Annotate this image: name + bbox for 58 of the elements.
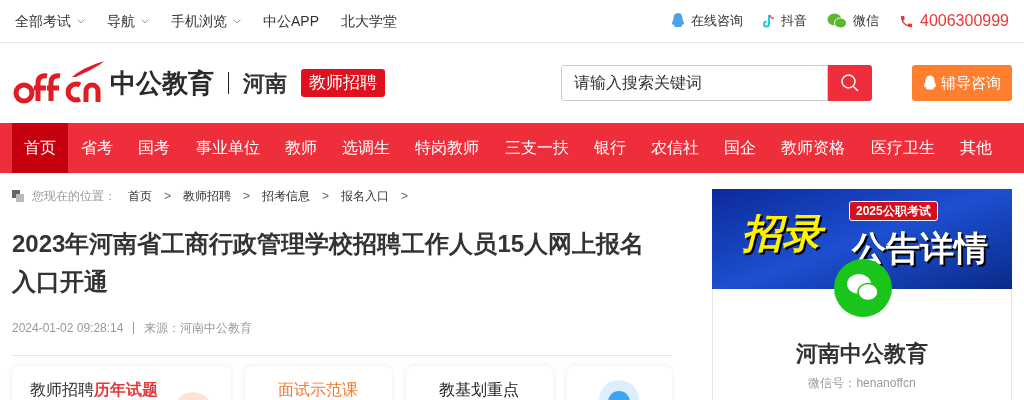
breadcrumb-separator: >	[322, 188, 330, 205]
penguin-icon	[671, 13, 685, 29]
music-note-icon	[763, 13, 775, 29]
nav-tab[interactable]: 选调生	[330, 123, 403, 173]
publish-date: 2024-01-02 09:28:14	[12, 320, 124, 337]
channel-tag: 教师招聘	[301, 69, 385, 97]
caret-icon	[77, 18, 85, 24]
account-id: 微信号：henanoffcn	[808, 375, 916, 392]
nav-tab[interactable]: 特岗教师	[403, 123, 492, 173]
nav-tab[interactable]: 教师	[272, 123, 329, 173]
top-menu-link[interactable]: 中公APP	[263, 10, 319, 32]
nav-tab[interactable]: 国企	[712, 123, 769, 173]
contact-link[interactable]: 微信	[827, 11, 879, 31]
nav-tab[interactable]: 省考	[69, 123, 126, 173]
nav-tab[interactable]: 国考	[126, 123, 183, 173]
penguin-icon	[923, 74, 937, 92]
article-title: 2023年河南省工商行政管理学校招聘工作人员15人网上报名入口开通	[12, 229, 646, 297]
chat-bubbles-icon	[827, 13, 847, 29]
search-icon	[840, 73, 860, 93]
nav-tab[interactable]: 医疗卫生	[858, 123, 947, 173]
banner-tag: 2025公职考试	[849, 201, 938, 221]
contact-link[interactable]: 抖音	[763, 11, 807, 31]
location-icon	[12, 190, 24, 202]
top-menu-link[interactable]: 北大学堂	[341, 10, 397, 32]
breadcrumb-separator: >	[243, 188, 251, 205]
top-menu-link[interactable]: 手机浏览	[171, 10, 241, 32]
breadcrumb-separator: >	[164, 188, 171, 205]
region-name: 河南	[243, 69, 287, 98]
nav-tab[interactable]: 银行	[581, 123, 638, 173]
search-button[interactable]	[828, 65, 872, 101]
contact-link[interactable]: 在线咨询	[671, 11, 743, 31]
top-menu-link[interactable]: 全部考试	[15, 10, 85, 32]
promo-card[interactable]: 教师招聘历年试题	[12, 366, 231, 400]
breadcrumb-link[interactable]: 招考信息	[262, 187, 311, 205]
nav-tab[interactable]: 三支一扶	[492, 123, 581, 173]
caret-icon	[141, 18, 149, 24]
nav-tab[interactable]: 事业单位	[183, 123, 272, 173]
search-field[interactable]: 请输入搜索关键词	[561, 65, 828, 101]
breadcrumb-link[interactable]: 首页	[128, 187, 152, 205]
nav-tab[interactable]: 首页	[12, 123, 68, 173]
article-source: 来源：河南中公教育	[144, 320, 253, 337]
phone-link[interactable]: 4006300999	[899, 9, 1009, 33]
promo-card[interactable]: 教基划重点	[405, 366, 553, 400]
breadcrumb-link[interactable]: 教师招聘	[183, 187, 231, 205]
card-title: 面试示范课	[278, 380, 359, 400]
caret-icon	[233, 18, 241, 24]
nav-tab[interactable]: 其他	[947, 123, 1004, 173]
nav-tab[interactable]: 教师资格	[769, 123, 858, 173]
breadcrumb-link[interactable]: 报名入口	[341, 187, 390, 205]
top-menu-link[interactable]: 导航	[107, 10, 149, 32]
brand-name: 中公教育	[110, 66, 214, 100]
account-name: 河南中公教育	[796, 340, 928, 368]
breadcrumb-label: 您现在的位置：	[32, 188, 116, 205]
breadcrumb-separator: >	[401, 188, 409, 205]
nav-tab[interactable]: 农信社	[638, 123, 711, 173]
card-title: 教基划重点	[439, 380, 520, 400]
phone-icon	[899, 13, 914, 29]
card-title: 教师招聘历年试题	[30, 380, 158, 400]
